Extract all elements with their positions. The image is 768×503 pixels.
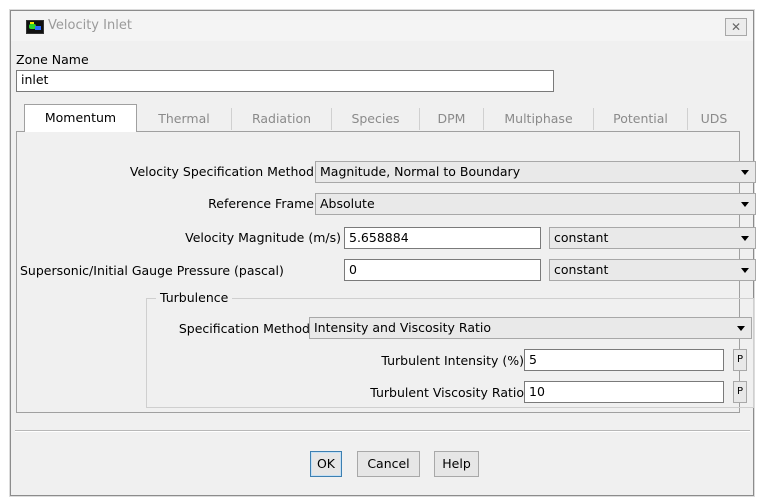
velocity-spec-dropdown[interactable]: Magnitude, Normal to Boundary	[315, 161, 756, 183]
button-separator	[15, 430, 750, 432]
chevron-down-icon	[741, 170, 749, 175]
pressure-profile-dropdown[interactable]: constant	[549, 259, 756, 281]
tab-multiphase[interactable]: Multiphase	[484, 108, 594, 130]
close-icon: ✕	[730, 20, 742, 34]
turbulent-viscosity-ratio-parameter-button[interactable]: P	[733, 381, 747, 403]
turbulent-intensity-input[interactable]: 5	[524, 349, 724, 371]
title-bar: Velocity Inlet ✕	[11, 11, 753, 41]
help-button[interactable]: Help	[434, 451, 479, 477]
tab-species[interactable]: Species	[332, 108, 420, 130]
turbulent-viscosity-ratio-input[interactable]: 10	[524, 381, 724, 403]
turbulence-spec-label: Specification Method	[178, 321, 310, 336]
chevron-down-icon	[741, 236, 749, 241]
velocity-profile-value: constant	[554, 230, 609, 245]
cancel-button[interactable]: Cancel	[357, 451, 420, 477]
tab-thermal[interactable]: Thermal	[137, 108, 232, 130]
tab-momentum[interactable]: Momentum	[24, 104, 137, 132]
chevron-down-icon	[741, 268, 749, 273]
velocity-profile-dropdown[interactable]: constant	[549, 227, 756, 249]
fluent-app-icon	[26, 20, 44, 34]
velocity-magnitude-input[interactable]: 5.658884	[344, 227, 541, 249]
ok-button[interactable]: OK	[310, 451, 342, 477]
velocity-spec-label: Velocity Specification Method	[129, 164, 314, 179]
chevron-down-icon	[737, 326, 745, 331]
turbulence-group-label: Turbulence	[156, 290, 233, 305]
tab-radiation[interactable]: Radiation	[232, 108, 332, 130]
velocity-magnitude-label: Velocity Magnitude (m/s)	[185, 230, 341, 245]
pressure-profile-value: constant	[554, 262, 609, 277]
reference-frame-value: Absolute	[320, 196, 375, 211]
zone-name-input[interactable]: inlet	[16, 70, 554, 92]
gauge-pressure-label: Supersonic/Initial Gauge Pressure (pasca…	[20, 263, 284, 278]
reference-frame-label: Reference Frame	[208, 196, 314, 211]
tab-dpm[interactable]: DPM	[420, 108, 484, 130]
gauge-pressure-input[interactable]: 0	[344, 259, 541, 281]
turbulence-spec-dropdown[interactable]: Intensity and Viscosity Ratio	[309, 317, 752, 339]
turbulent-intensity-label: Turbulent Intensity (%)	[381, 353, 524, 368]
close-button[interactable]: ✕	[725, 18, 747, 36]
tab-potential[interactable]: Potential	[594, 108, 688, 130]
window-title: Velocity Inlet	[48, 18, 132, 33]
chevron-down-icon	[741, 202, 749, 207]
reference-frame-dropdown[interactable]: Absolute	[315, 193, 756, 215]
tab-uds[interactable]: UDS	[688, 108, 740, 130]
zone-name-label: Zone Name	[16, 52, 89, 67]
turbulent-intensity-parameter-button[interactable]: P	[733, 349, 747, 371]
turbulent-viscosity-ratio-label: Turbulent Viscosity Ratio	[370, 385, 524, 400]
velocity-spec-value: Magnitude, Normal to Boundary	[320, 164, 521, 179]
turbulence-spec-value: Intensity and Viscosity Ratio	[314, 320, 492, 335]
